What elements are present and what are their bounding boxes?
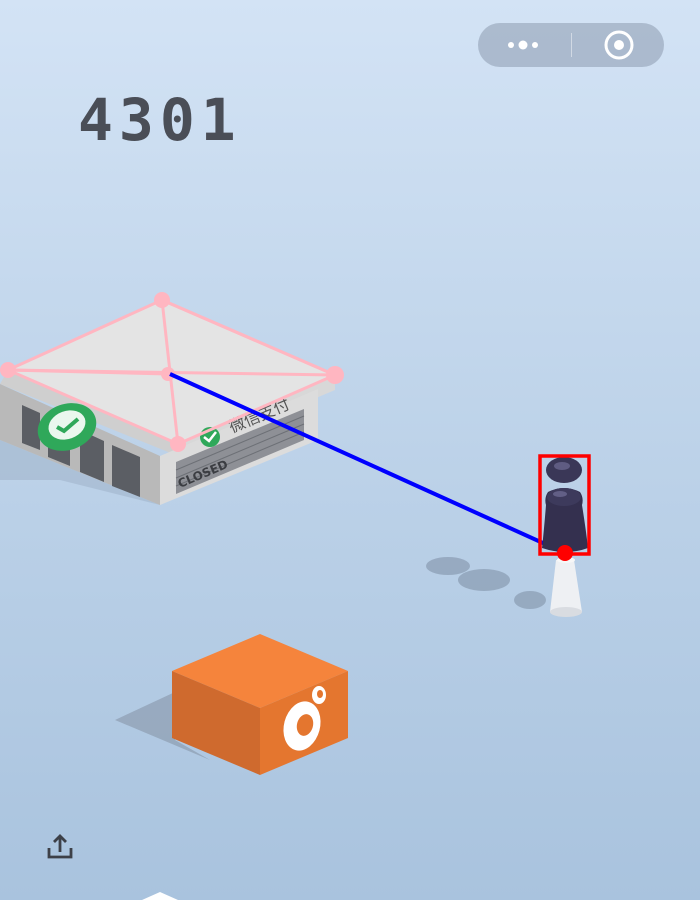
next-platform-peek [142, 892, 178, 900]
share-button[interactable] [44, 832, 76, 864]
player-shadow [426, 557, 546, 609]
share-upload-icon [47, 834, 73, 859]
player-piece [542, 457, 588, 552]
game-scene: 微信支付 CLOSED [0, 292, 591, 900]
cone-platform [550, 557, 582, 617]
player-anchor-point [557, 545, 573, 561]
